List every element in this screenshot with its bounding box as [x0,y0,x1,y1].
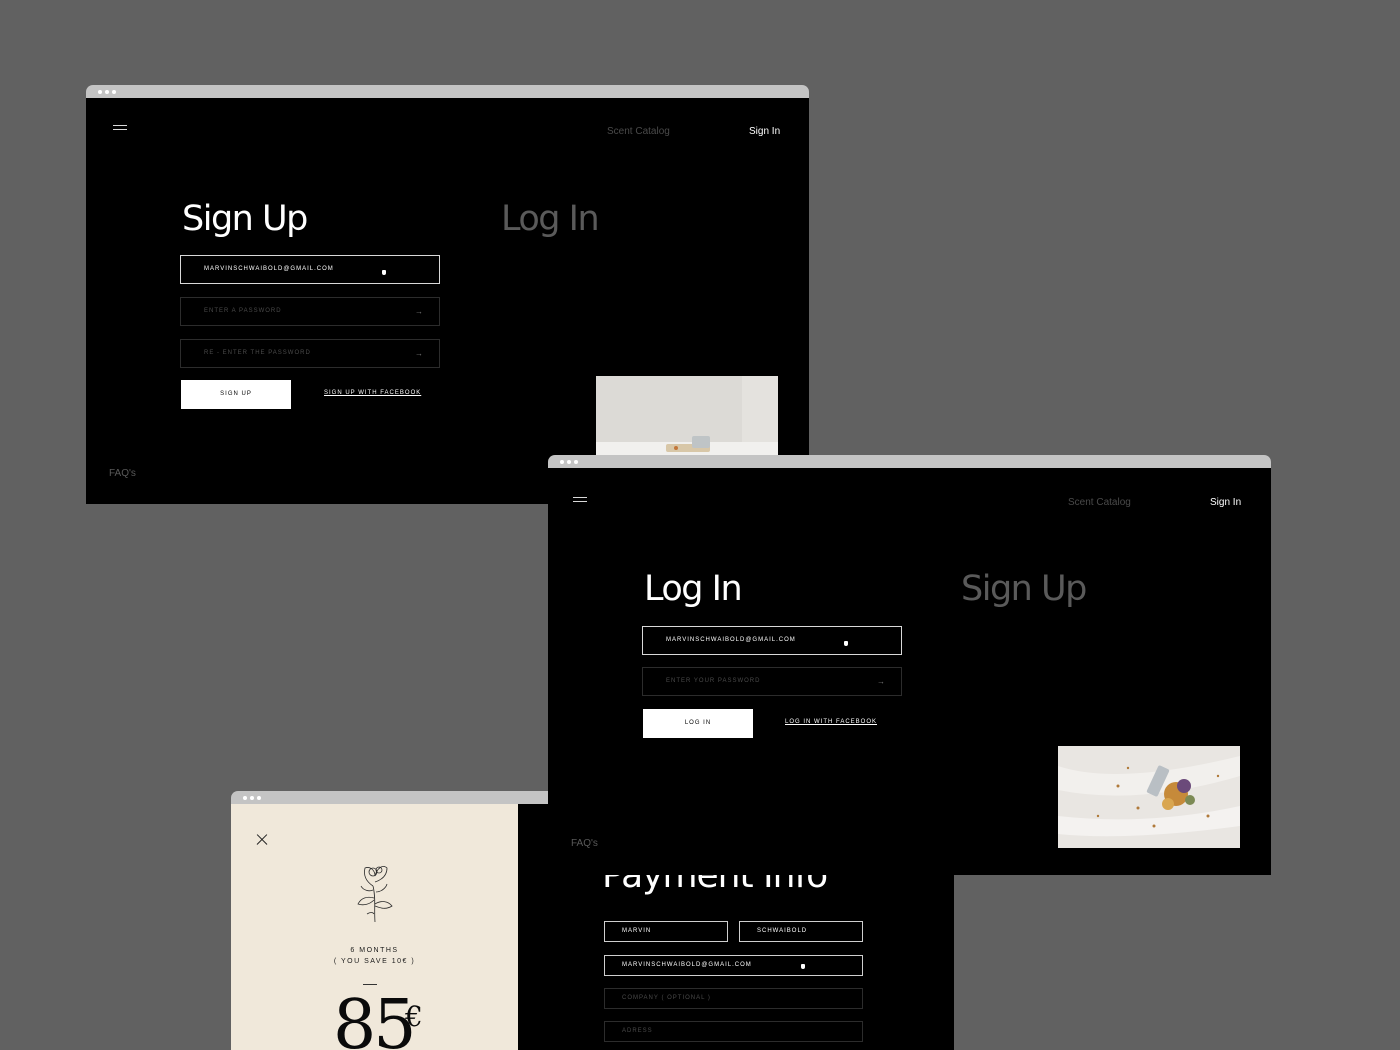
arrow-right-icon: → [415,349,423,358]
password-field[interactable]: ENTER YOUR PASSWORD → [642,667,902,696]
password-placeholder: ENTER YOUR PASSWORD [666,678,761,684]
login-window: Scent Catalog Sign In Log In Sign Up MAR… [548,455,1271,875]
repassword-placeholder: RE - ENTER THE PASSWORD [204,350,311,356]
page-title: Log In [644,569,743,609]
faq-link[interactable]: FAQ's [109,468,136,479]
email-value: MARVINSCHWAIBOLD@GMAIL.COM [666,637,796,643]
sign-up-facebook-link[interactable]: SIGN UP WITH FACEBOOK [324,390,421,396]
password-field[interactable]: ENTER A PASSWORD → [180,297,440,326]
nav-scent-catalog[interactable]: Scent Catalog [607,126,670,137]
company-placeholder: COMPANY ( OPTIONAL ) [622,995,711,1001]
window-chrome [86,85,809,98]
pointer-cursor-icon [801,964,805,969]
arrow-right-icon: → [415,307,423,316]
close-icon[interactable] [256,833,268,845]
perfume-flowers-image [1058,746,1240,848]
address-placeholder: ADRESS [622,1028,653,1034]
product-photo [1058,746,1240,848]
address-field[interactable]: ADRESS [604,1021,863,1042]
email-value: MARVINSCHWAIBOLD@GMAIL.COM [204,266,334,272]
hamburger-menu-icon[interactable] [573,497,587,503]
price-divider [363,984,377,985]
nav-sign-in[interactable]: Sign In [1210,497,1241,508]
pointer-cursor-icon [844,641,848,646]
email-field[interactable]: MARVINSCHWAIBOLD@GMAIL.COM [642,626,902,655]
tab-log-in[interactable]: Log In [501,202,600,237]
window-controls[interactable] [243,796,261,800]
tab-sign-up[interactable]: Sign Up [961,572,1087,607]
repassword-field[interactable]: RE - ENTER THE PASSWORD → [180,339,440,368]
plan-savings: ( YOU SAVE 10€ ) [333,958,416,965]
last-name-field[interactable]: SCHWAIBOLD [739,921,863,942]
email-value: MARVINSCHWAIBOLD@GMAIL.COM [622,962,752,968]
pointer-cursor-icon [382,270,386,275]
company-field[interactable]: COMPANY ( OPTIONAL ) [604,988,863,1009]
arrow-right-icon: → [877,677,885,686]
signup-window: Scent Catalog Sign In Sign Up Log In MAR… [86,85,809,504]
signup-screen: Scent Catalog Sign In Sign Up Log In MAR… [86,98,809,504]
nav-sign-in[interactable]: Sign In [749,126,780,137]
first-name-field[interactable]: MARVIN [604,921,728,942]
product-photo [596,376,778,456]
page-title: Sign Up [182,199,308,239]
email-field[interactable]: MARVINSCHWAIBOLD@GMAIL.COM [604,955,863,976]
log-in-button[interactable]: LOG IN [643,709,753,738]
floral-illustration-icon [357,866,393,923]
window-controls[interactable] [560,460,578,464]
window-controls[interactable] [98,90,116,94]
faq-link[interactable]: FAQ's [571,838,598,849]
window-chrome [548,455,1271,468]
last-name-value: SCHWAIBOLD [757,928,808,934]
log-in-facebook-link[interactable]: LOG IN WITH FACEBOOK [785,719,877,725]
hamburger-menu-icon[interactable] [113,125,127,131]
first-name-value: MARVIN [622,928,652,934]
password-placeholder: ENTER A PASSWORD [204,308,282,314]
perfume-bottle-image [596,376,778,456]
sign-up-button[interactable]: SIGN UP [181,380,291,409]
price-amount: 85 [333,986,417,1050]
login-screen: Scent Catalog Sign In Log In Sign Up MAR… [548,468,1271,875]
plan-duration: 6 MONTHS [350,947,399,954]
nav-scent-catalog[interactable]: Scent Catalog [1068,497,1131,508]
email-field[interactable]: MARVINSCHWAIBOLD@GMAIL.COM [180,255,440,284]
price-currency: € [405,1000,423,1033]
plan-summary-panel: 6 MONTHS ( YOU SAVE 10€ ) 85 € [231,804,518,1050]
